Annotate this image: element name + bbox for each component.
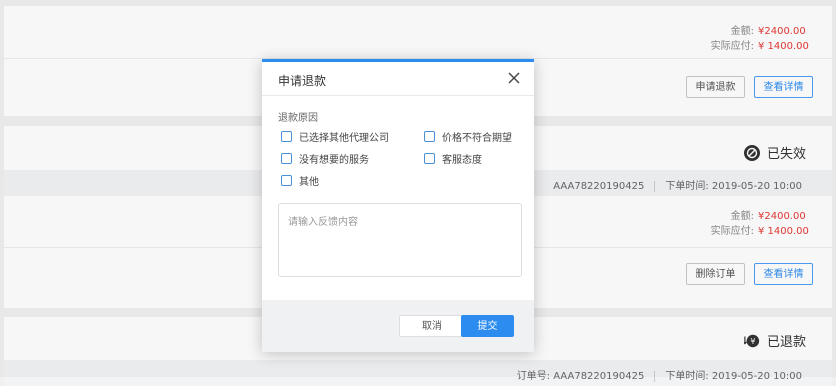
submit-button[interactable]: 提交	[461, 315, 514, 337]
option-label: 已选择其他代理公司	[299, 133, 389, 144]
cancel-button[interactable]: 取消	[399, 315, 465, 337]
checkbox[interactable]	[424, 153, 435, 164]
option-label: 没有想要的服务	[299, 155, 369, 166]
close-icon[interactable]	[506, 70, 522, 86]
checkbox[interactable]	[281, 153, 292, 164]
checkbox[interactable]	[281, 175, 292, 186]
refund-modal: 申请退款 退款原因 已选择其他代理公司 价格不符合期望 没有想要的服务 客服态度…	[262, 59, 534, 352]
modal-title: 申请退款	[278, 74, 327, 88]
option-label: 价格不符合期望	[442, 133, 512, 144]
feedback-textarea[interactable]	[278, 203, 522, 277]
reason-option-service-attitude[interactable]: 客服态度	[424, 151, 482, 166]
checkbox[interactable]	[281, 131, 292, 142]
reason-option-other-agency[interactable]: 已选择其他代理公司	[281, 129, 389, 144]
reason-option-no-service[interactable]: 没有想要的服务	[281, 151, 369, 166]
option-label: 其他	[299, 177, 319, 188]
reason-option-other[interactable]: 其他	[281, 173, 319, 188]
reason-option-price[interactable]: 价格不符合期望	[424, 129, 512, 144]
option-label: 客服态度	[442, 155, 482, 166]
modal-header: 申请退款	[262, 62, 534, 96]
reason-label: 退款原因	[278, 113, 318, 124]
checkbox[interactable]	[424, 131, 435, 142]
modal-footer: 取消 提交	[262, 300, 534, 352]
